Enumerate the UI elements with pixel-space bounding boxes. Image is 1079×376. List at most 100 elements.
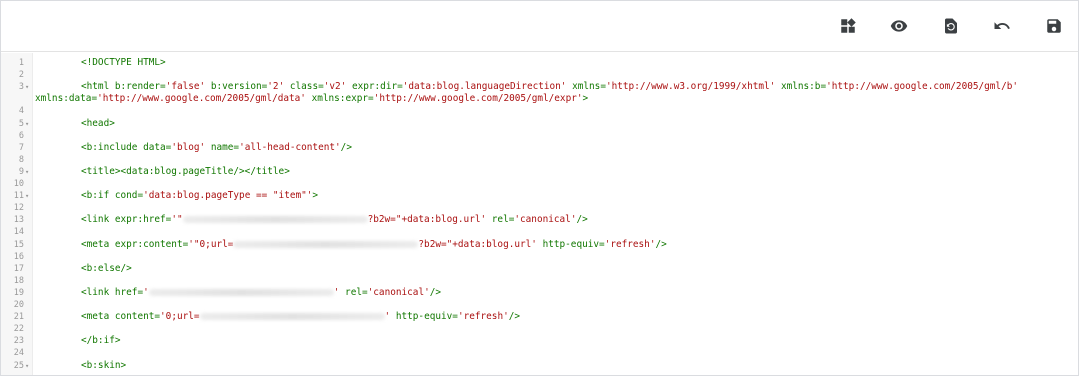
undo-icon [994, 22, 1010, 29]
code-token: expr:dir= [346, 81, 403, 93]
redacted-url [199, 313, 385, 321]
undo-button[interactable] [988, 12, 1016, 40]
code-string: 'http://www.google.com/2005/gml/expr' [373, 93, 583, 105]
code-token: http-equiv= [390, 311, 458, 323]
code-token: /> [655, 238, 667, 250]
line-number: 4 [18, 106, 24, 117]
code-text: <html b:render='false' b:version='2' cla… [81, 81, 1068, 93]
code-token: /> [340, 141, 352, 153]
code-line: 18 [1, 275, 1078, 287]
code-text: <head> [81, 118, 1068, 130]
line-number: 24 [13, 348, 24, 359]
preview-button[interactable] [885, 12, 913, 40]
code-text: <!DOCTYPE HTML> [81, 57, 1068, 69]
code-text: <b:if cond='data:blog.pageType == "item"… [81, 190, 1068, 202]
redacted-url [182, 216, 368, 224]
code-line: 2 [1, 69, 1078, 81]
code-token: <title><data:blog.pageTitle/></title> [81, 165, 290, 177]
code-token: <link href= [81, 286, 144, 298]
line-number: 12 [13, 203, 24, 214]
code-token: <head> [81, 117, 115, 129]
code-text: </b:if> [81, 335, 1068, 347]
code-token: <html b:render= [81, 81, 166, 93]
code-string: 'http://www.w3.org/1999/xhtml' [605, 81, 776, 93]
line-number: 9 [18, 166, 24, 177]
code-text: xmlns:data='http://www.google.com/2005/g… [35, 93, 1068, 105]
line-number: 21 [13, 312, 24, 323]
code-line: 7 <b:include data='blog' name='all-head-c… [1, 142, 1078, 154]
widgets-icon [841, 18, 856, 33]
code-text: <meta content='0;url= ' http-equiv='refre… [81, 311, 1068, 323]
code-string: 'false' [165, 81, 206, 93]
code-line: 8 [1, 154, 1078, 166]
code-token: <meta expr:content= [81, 238, 189, 250]
code-line: 17 <b:else/> [1, 263, 1078, 275]
line-number: 7 [18, 142, 24, 153]
code-text: <link href=' ' rel='canonical'/> [81, 287, 1068, 299]
code-line: 9 ▾ <title><data:blog.pageTitle/></title> [1, 166, 1078, 178]
code-line: 4 [1, 105, 1078, 117]
fold-toggle-icon[interactable]: ▾ [25, 190, 29, 202]
code-token: rel= [339, 286, 368, 298]
code-token: <b:skin> [81, 359, 127, 371]
code-line: 24 [1, 347, 1078, 359]
fold-toggle-icon[interactable]: ▾ [25, 360, 29, 372]
code-line: 3 ▾ <html b:render='false' b:version='2' c… [1, 81, 1078, 93]
code-string: '0;url= [160, 311, 200, 323]
code-token: xmlns:expr= [305, 93, 374, 105]
code-line: 10 [1, 178, 1078, 190]
line-number: 11 [13, 191, 24, 202]
restore-button[interactable] [937, 12, 965, 40]
code-text: <title><data:blog.pageTitle/></title> [81, 166, 1068, 178]
code-string: 'all-head-content' [239, 141, 341, 153]
code-text: <b:skin> [81, 360, 1068, 372]
code-string: 'canonical' [514, 214, 577, 226]
line-number: 22 [13, 324, 24, 335]
line-number: 25 [13, 360, 24, 371]
save-button[interactable] [1040, 12, 1068, 40]
code-token: </b:if> [81, 335, 121, 347]
code-token: rel= [486, 214, 515, 226]
widgets-button[interactable] [834, 12, 862, 40]
fold-toggle-icon[interactable]: ▾ [25, 166, 29, 178]
code-line: 5 ▾ <head> [1, 118, 1078, 130]
code-line: 12 [1, 202, 1078, 214]
code-line: 22 [1, 323, 1078, 335]
code-string: 'v2' [323, 81, 347, 93]
code-token: <b:else/> [81, 262, 132, 274]
code-line: 13 <link expr:href='" ?b2w="+data:blog.url… [1, 214, 1078, 226]
line-number: 10 [13, 179, 24, 189]
code-token: <link expr:href= [81, 214, 172, 226]
line-number: 3 [18, 82, 24, 93]
code-line: 1 <!DOCTYPE HTML> [1, 57, 1078, 69]
code-token: <!DOCTYPE HTML> [81, 57, 166, 68]
code-text: <meta expr:content='"0;url= ?b2w="+data:b… [81, 239, 1068, 251]
code-string: 'data:blog.languageDirection' [402, 81, 567, 93]
code-text: <b:else/> [81, 263, 1068, 275]
fold-toggle-icon[interactable]: ▾ [25, 81, 29, 93]
line-number: 1 [18, 58, 24, 68]
code-string: 'blog' [171, 141, 206, 153]
line-number: 18 [13, 275, 24, 286]
code-editor[interactable]: 1 <!DOCTYPE HTML> 2 3 ▾ <html b:render='false… [1, 53, 1078, 375]
code-text: <link expr:href='" ?b2w="+data:blog.url' … [81, 214, 1068, 226]
code-string: 'canonical' [367, 286, 430, 298]
template-editor-panel: 1 <!DOCTYPE HTML> 2 3 ▾ <html b:render='false… [0, 0, 1079, 376]
code-text: <b:include data='blog' name='all-head-co… [81, 142, 1068, 154]
code-token: > [582, 93, 589, 105]
code-token: > [312, 190, 319, 202]
code-string: 'refresh' [604, 238, 656, 250]
fold-toggle-icon[interactable]: ▾ [25, 118, 29, 130]
code-line: 14 [1, 226, 1078, 238]
code-string: ?b2w="+data:blog.url' [418, 238, 537, 250]
line-number: 14 [13, 227, 24, 238]
redacted-url [148, 288, 334, 296]
code-string: 'data:blog.pageType == "item"' [143, 190, 313, 202]
line-number: 20 [13, 300, 24, 310]
code-token: class= [284, 81, 324, 93]
code-line: 15 <meta expr:content='"0;url= ?b2w="+data… [1, 239, 1078, 251]
code-string: '2' [267, 81, 285, 93]
code-line: 16 [1, 251, 1078, 263]
restore-icon [945, 18, 957, 34]
code-line: 6 [1, 130, 1078, 142]
